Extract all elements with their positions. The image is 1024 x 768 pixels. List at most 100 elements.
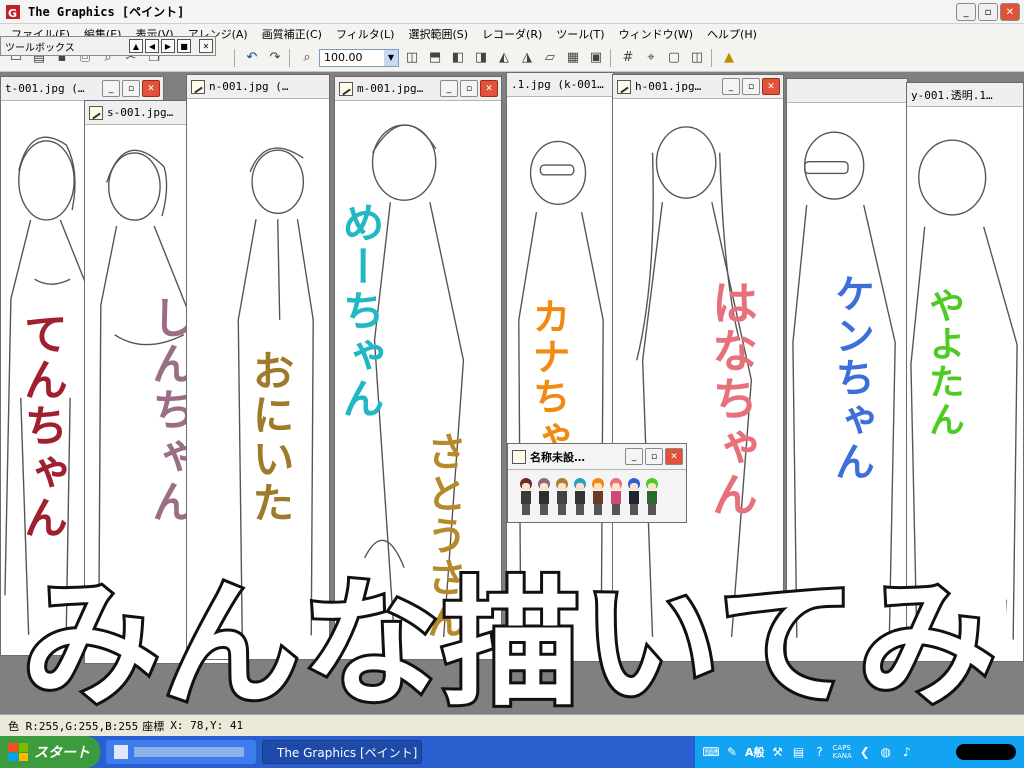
character-name: しんちゃん [144, 295, 195, 525]
maximize-icon[interactable]: ▫ [645, 448, 663, 465]
chevron-down-icon[interactable]: ▼ [384, 49, 398, 66]
maximize-icon[interactable]: ▫ [742, 78, 760, 95]
document-titlebar[interactable]: m-001.jpg… _ ▫ ✕ [335, 77, 501, 101]
document-filename: m-001.jpg… [357, 82, 424, 95]
windows-flag-icon [8, 743, 28, 761]
character-name: おにいた [246, 349, 295, 525]
chibi-figure [572, 478, 588, 516]
document-filename: n-001.jpg (… [209, 80, 289, 93]
grid-icon[interactable]: # [618, 48, 638, 68]
toolbar-separator [234, 48, 235, 67]
toolbar-separator [289, 48, 290, 67]
menu-selection[interactable]: 選択範囲(S) [401, 26, 475, 42]
close-icon[interactable]: ✕ [199, 39, 213, 53]
menu-recorder[interactable]: レコーダ(R) [475, 26, 549, 42]
close-button[interactable]: ✕ [1000, 3, 1020, 21]
chibi-figure [626, 478, 642, 516]
character-name: はなちゃん [705, 279, 759, 519]
document-titlebar[interactable] [787, 79, 907, 103]
collapse-icon[interactable]: ▲ [129, 39, 143, 53]
minimize-icon[interactable]: _ [625, 448, 643, 465]
flip-horizontal-icon[interactable]: ◭ [494, 48, 514, 68]
toolbar-separator [711, 48, 712, 67]
ime-tool-icon[interactable]: ⚒ [770, 744, 786, 760]
document-titlebar[interactable]: h-001.jpg… _ ▫ ✕ [613, 75, 783, 99]
fit-height-icon[interactable]: ⬒ [425, 48, 445, 68]
ime-mode[interactable]: A般 [745, 744, 765, 760]
dictionary-icon[interactable]: ▤ [791, 744, 807, 760]
document-icon [339, 81, 353, 96]
maximize-icon[interactable]: ▫ [460, 80, 478, 97]
close-icon[interactable]: ✕ [142, 80, 160, 97]
taskbar-item-active[interactable]: The Graphics [ペイント] [262, 740, 422, 764]
taskbar-item[interactable] [106, 740, 256, 764]
status-coords: X: 78,Y: 41 [170, 719, 244, 732]
skew-icon[interactable]: ▱ [540, 48, 560, 68]
document-icon [512, 449, 526, 464]
prev-icon[interactable]: ◀ [145, 39, 159, 53]
kana-indicator: KANA [832, 752, 852, 760]
palette-window[interactable]: 名称未設… _ ▫ ✕ [507, 443, 687, 523]
close-icon[interactable]: ✕ [665, 448, 683, 465]
clock-redacted[interactable] [956, 744, 1016, 760]
title-bar: G The Graphics [ペイント] _ ▫ ✕ [0, 0, 1024, 24]
menu-tools[interactable]: ツール(T) [549, 26, 611, 42]
next-icon[interactable]: ▶ [161, 39, 175, 53]
minimize-icon[interactable]: _ [102, 80, 120, 97]
character-name: ケンちゃん [828, 273, 874, 483]
grid-small-icon[interactable]: ▦ [563, 48, 583, 68]
menu-window[interactable]: ウィンドウ(W) [612, 26, 700, 42]
window-icon[interactable]: ▢ [664, 48, 684, 68]
network-icon[interactable]: ◍ [878, 744, 894, 760]
app-title: The Graphics [ペイント] [28, 5, 185, 19]
guide-icon[interactable]: ⌖ [641, 48, 661, 68]
zoom-icon[interactable]: ⌕ [297, 48, 317, 68]
rotate-left-icon[interactable]: ◧ [448, 48, 468, 68]
menu-image-adjust[interactable]: 画質補正(C) [255, 26, 329, 42]
minimize-icon[interactable]: _ [722, 78, 740, 95]
start-label: スタート [34, 745, 90, 761]
split-icon[interactable]: ◫ [687, 48, 707, 68]
palette-title: 名称未設… [530, 450, 585, 464]
stop-icon[interactable]: ■ [177, 39, 191, 53]
character-name: やよたん [923, 287, 964, 439]
status-coords-label: 座標 [142, 719, 165, 733]
character-name: てんちゃん [16, 311, 67, 541]
document-titlebar[interactable]: y-001.透明.1… [907, 83, 1023, 107]
chibi-figure [608, 478, 624, 516]
pen-icon[interactable]: ✎ [724, 744, 740, 760]
maximize-icon[interactable]: ▫ [122, 80, 140, 97]
minimize-button[interactable]: _ [956, 3, 976, 21]
chibi-figure [518, 478, 534, 516]
palette-titlebar[interactable]: 名称未設… _ ▫ ✕ [508, 444, 686, 470]
start-button[interactable]: スタート [0, 736, 100, 768]
task-label-blurred [134, 747, 244, 757]
chibi-figure [590, 478, 606, 516]
close-icon[interactable]: ✕ [480, 80, 498, 97]
minimize-icon[interactable]: _ [440, 80, 458, 97]
redo-icon[interactable]: ↷ [265, 48, 285, 68]
zoom-select[interactable]: 100.00 ▼ [319, 48, 399, 67]
volume-icon[interactable]: ♪ [899, 744, 915, 760]
document-titlebar[interactable]: .1.jpg (k-001… [507, 73, 613, 97]
flip-vertical-icon[interactable]: ◮ [517, 48, 537, 68]
fit-width-icon[interactable]: ◫ [402, 48, 422, 68]
app-logo-icon: G [4, 3, 22, 21]
help-icon[interactable]: ? [812, 744, 828, 760]
photo-icon[interactable]: ▲ [719, 48, 739, 68]
toolbox-panel[interactable]: ツールボックス ▲ ◀ ▶ ■ ✕ [0, 36, 216, 56]
system-tray: ⌨ ✎ A般 ⚒ ▤ ? CAPS KANA ❮ ◍ ♪ [694, 736, 1024, 768]
frame-icon[interactable]: ▣ [586, 48, 606, 68]
document-titlebar[interactable]: n-001.jpg (… [187, 75, 329, 99]
keyboard-icon[interactable]: ⌨ [702, 744, 719, 760]
chibi-figure [536, 478, 552, 516]
undo-icon[interactable]: ↶ [242, 48, 262, 68]
menu-filter[interactable]: フィルタ(L) [329, 26, 402, 42]
rotate-right-icon[interactable]: ◨ [471, 48, 491, 68]
restore-button[interactable]: ▫ [978, 3, 998, 21]
chevron-left-icon[interactable]: ❮ [857, 744, 873, 760]
close-icon[interactable]: ✕ [762, 78, 780, 95]
document-titlebar[interactable]: t-001.jpg (… _ ▫ ✕ [1, 77, 163, 101]
menu-help[interactable]: ヘルプ(H) [700, 26, 764, 42]
task-label: The Graphics [ペイント] [277, 745, 418, 760]
